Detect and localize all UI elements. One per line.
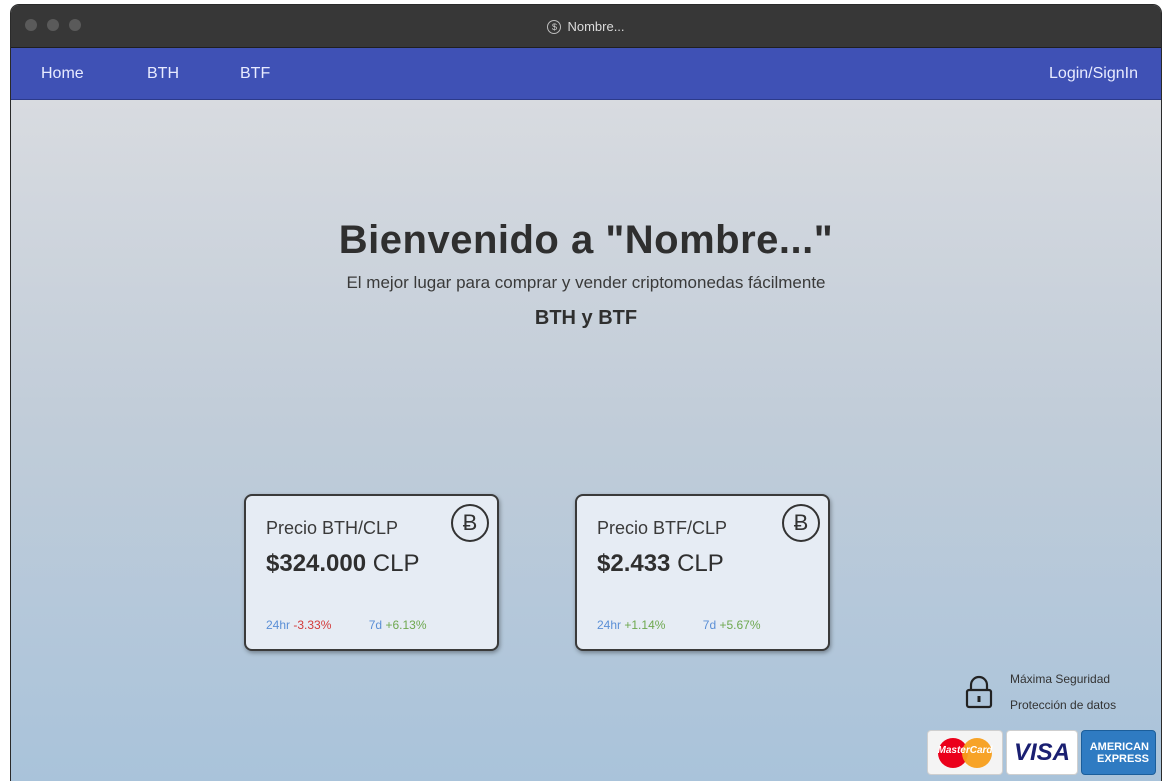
title-bar: $ Nombre...	[11, 5, 1161, 48]
card-title: Precio BTF/CLP	[597, 518, 728, 538]
amex-line-2: EXPRESS	[1097, 752, 1149, 765]
nav-bth-link[interactable]: BTH	[147, 48, 179, 100]
security-line-1: Máxima Seguridad	[1010, 672, 1111, 686]
card-price: $2.433 CLP	[597, 550, 724, 578]
price-card-btf[interactable]: Precio BTF/CLP Ƀ $2.433 CLP 24hr +1.14% …	[575, 494, 830, 651]
window-title-text: Nombre...	[567, 19, 625, 34]
stat-24h-label: 24hr	[266, 618, 291, 632]
price-card-bth[interactable]: Precio BTH/CLP Ƀ $324.000 CLP 24hr -3.33…	[244, 494, 499, 651]
amex-line-1: AMERICAN	[1089, 740, 1149, 753]
stat-24h-value: +1.14%	[624, 618, 666, 632]
nav-btf-link[interactable]: BTF	[240, 48, 270, 100]
stat-7d-value: +5.67%	[719, 618, 761, 632]
security-line-2: Protección de datos	[1010, 698, 1117, 712]
hero-title: Bienvenido a "Nombre..."	[338, 218, 834, 262]
price-currency: CLP	[677, 550, 724, 577]
price-amount: $2.433	[597, 550, 671, 577]
bitcoin-icon: Ƀ	[451, 504, 489, 542]
nav-home-link[interactable]: Home	[41, 48, 84, 100]
hero-coins: BTH y BTF	[534, 307, 638, 329]
nav-login-link[interactable]: Login/SignIn	[1049, 48, 1138, 100]
window-title: $ Nombre...	[11, 5, 1161, 48]
stat-24h-value: -3.33%	[293, 618, 332, 632]
hero-subtitle: El mejor lugar para comprar y vender cri…	[346, 273, 826, 292]
price-amount: $324.000	[266, 550, 367, 577]
browser-window: $ Nombre... Home BTH BTF Login/SignIn Bi…	[11, 5, 1161, 781]
main-content: Bienvenido a "Nombre..." El mejor lugar …	[11, 100, 1161, 781]
mastercard-text: MasterCard	[937, 745, 993, 756]
card-stats: 24hr +1.14% 7d +5.67%	[597, 618, 761, 632]
price-currency: CLP	[372, 550, 420, 577]
bitcoin-icon: Ƀ	[782, 504, 820, 542]
visa-logo: VISA	[1006, 730, 1078, 775]
card-price: $324.000 CLP	[266, 550, 419, 578]
stat-7d-value: +6.13%	[385, 618, 427, 632]
card-stats: 24hr -3.33% 7d +6.13%	[266, 618, 427, 632]
card-title: Precio BTH/CLP	[266, 518, 399, 538]
stat-24h-label: 24hr	[597, 618, 622, 632]
amex-logo: AMERICAN EXPRESS	[1081, 730, 1156, 775]
navbar: Home BTH BTF Login/SignIn	[11, 48, 1161, 100]
hero-section: Bienvenido a "Nombre..." El mejor lugar …	[11, 218, 1161, 330]
stat-7d-label: 7d	[368, 618, 383, 632]
dollar-icon: $	[547, 19, 562, 34]
stat-7d-label: 7d	[702, 618, 717, 632]
lock-icon	[965, 675, 993, 709]
mastercard-logo: MasterCard	[927, 730, 1003, 775]
